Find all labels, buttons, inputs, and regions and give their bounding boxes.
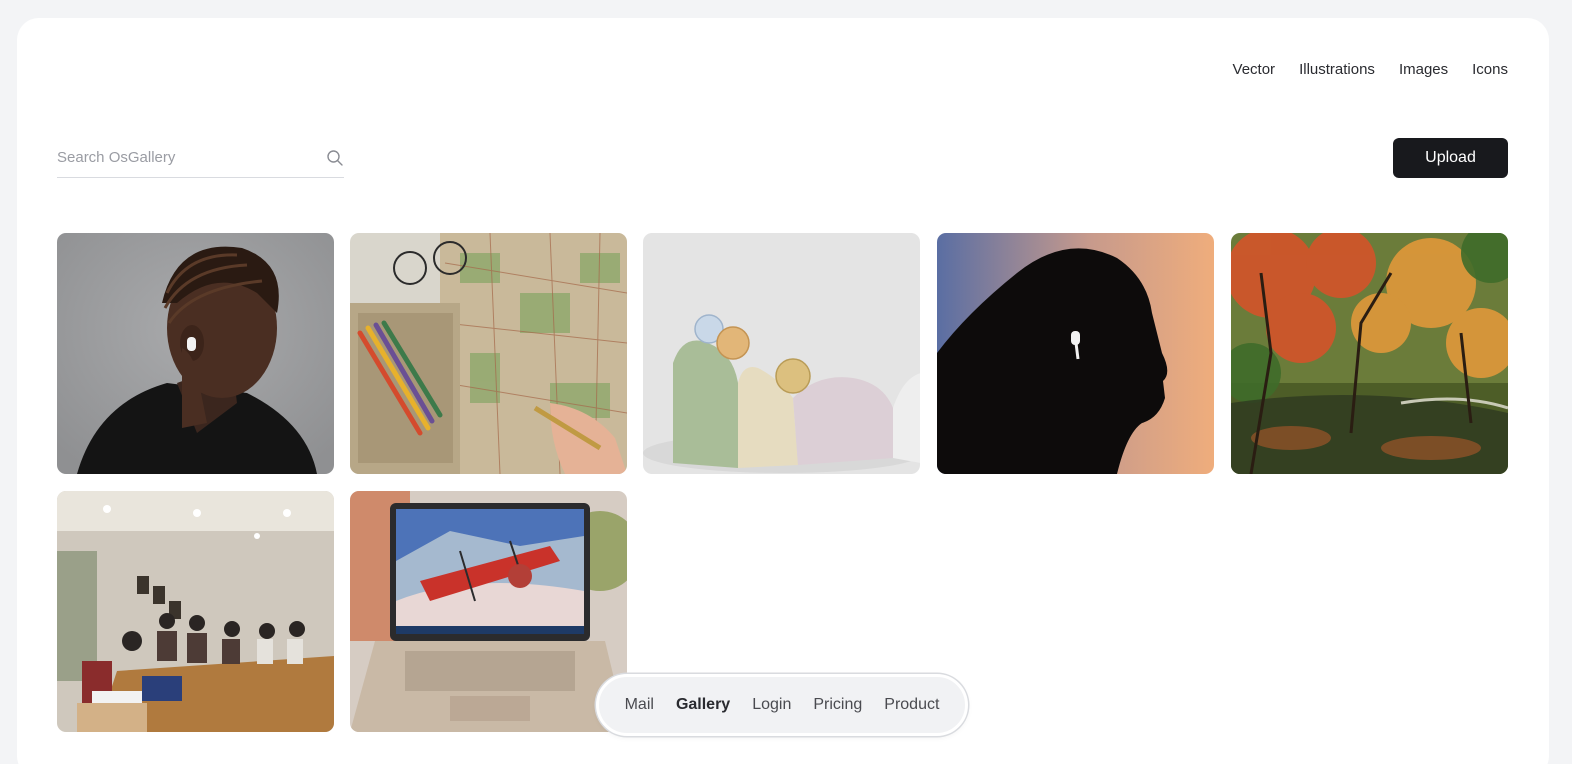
upload-button[interactable]: Upload bbox=[1393, 138, 1508, 178]
bottom-nav: Mail Gallery Login Pricing Product bbox=[596, 674, 968, 736]
bottom-nav-pricing[interactable]: Pricing bbox=[813, 696, 862, 714]
gallery-image-woman-earbud[interactable] bbox=[57, 233, 334, 474]
bottom-nav-login[interactable]: Login bbox=[752, 696, 791, 714]
bottom-nav-mail[interactable]: Mail bbox=[625, 696, 654, 714]
top-nav-vector[interactable]: Vector bbox=[1233, 60, 1276, 80]
gallery-image-coins-sculpture[interactable] bbox=[643, 233, 920, 474]
gallery-image-map-pencils[interactable] bbox=[350, 233, 627, 474]
search-input[interactable] bbox=[57, 149, 317, 166]
search-icon[interactable] bbox=[326, 149, 344, 167]
bottom-nav-gallery[interactable]: Gallery bbox=[676, 696, 730, 714]
bottom-nav-product[interactable]: Product bbox=[884, 696, 939, 714]
gallery-image-silhouette-earbud[interactable] bbox=[937, 233, 1214, 474]
top-nav-icons[interactable]: Icons bbox=[1472, 60, 1508, 80]
top-nav-images[interactable]: Images bbox=[1399, 60, 1448, 80]
gallery-image-autumn-trees[interactable] bbox=[1231, 233, 1508, 474]
gallery-image-laptop[interactable] bbox=[350, 491, 627, 732]
gallery-image-meeting-room[interactable] bbox=[57, 491, 334, 732]
search-bar bbox=[57, 138, 344, 178]
top-nav-illustrations[interactable]: Illustrations bbox=[1299, 60, 1375, 80]
top-nav: Vector Illustrations Images Icons bbox=[1233, 60, 1508, 80]
